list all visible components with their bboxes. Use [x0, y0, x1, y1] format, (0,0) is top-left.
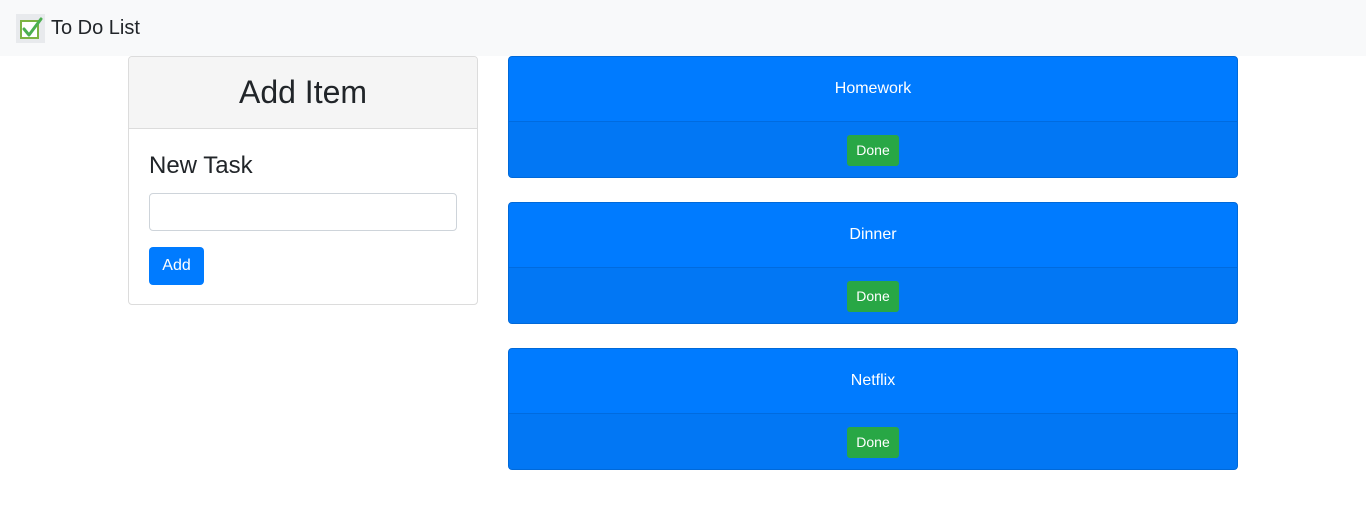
brand-title: To Do List [51, 17, 140, 39]
task-title: Netflix [509, 349, 1237, 414]
task-card: Homework Done [508, 56, 1238, 178]
task-card-footer: Done [509, 268, 1237, 323]
task-card: Netflix Done [508, 348, 1238, 470]
brand-link[interactable]: To Do List [16, 13, 140, 43]
task-title: Homework [509, 57, 1237, 122]
done-button[interactable]: Done [847, 426, 899, 458]
new-task-label: New Task [149, 152, 253, 179]
done-button[interactable]: Done [847, 280, 899, 312]
navbar: To Do List [0, 0, 1366, 56]
task-card-footer: Done [509, 414, 1237, 469]
new-task-input[interactable] [149, 193, 457, 231]
add-item-card: Add Item New Task Add [128, 56, 478, 305]
checkbox-checked-icon [16, 13, 45, 43]
task-title: Dinner [509, 203, 1237, 268]
add-button[interactable]: Add [149, 247, 204, 285]
add-item-body: New Task Add [129, 151, 477, 285]
done-button[interactable]: Done [847, 134, 899, 166]
task-card: Dinner Done [508, 202, 1238, 324]
add-item-title: Add Item [129, 57, 477, 129]
task-card-footer: Done [509, 122, 1237, 177]
